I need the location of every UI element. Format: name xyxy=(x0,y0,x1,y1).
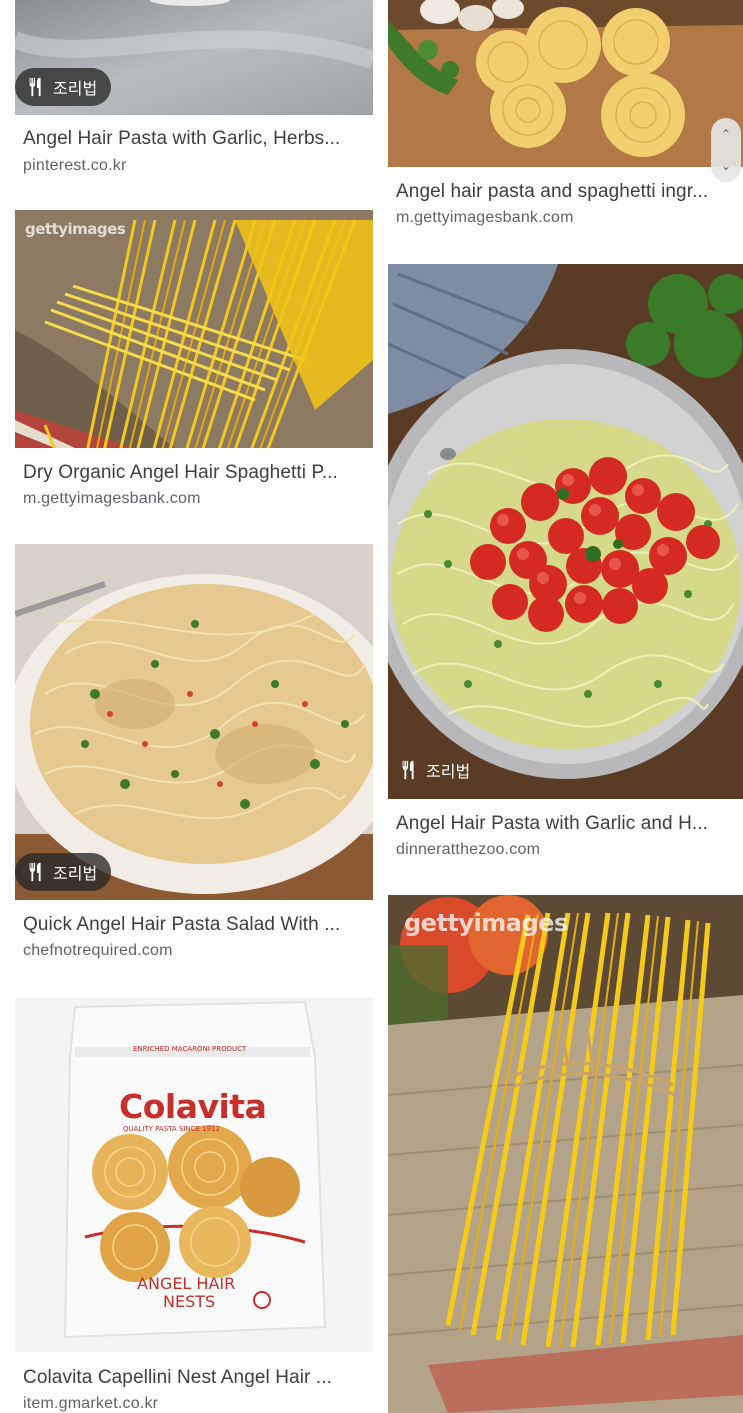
recipe-badge-label: 조리법 xyxy=(426,762,471,781)
result-source: dinneratthezoo.com xyxy=(396,841,541,858)
package-product-line2: NESTS xyxy=(163,1292,216,1311)
package-subtitle: QUALITY PASTA SINCE 1912 xyxy=(123,1125,221,1133)
watermark: gettyimages xyxy=(404,909,568,937)
fork-knife-icon xyxy=(29,77,41,97)
result-title[interactable]: Angel Hair Pasta with Garlic and H... xyxy=(396,813,736,835)
recipe-badge: 조리법 xyxy=(15,68,112,106)
recipe-badge: 조리법 xyxy=(388,751,484,789)
result-source: item.gmarket.co.kr xyxy=(23,1395,159,1412)
recipe-badge: 조리법 xyxy=(15,853,112,891)
result-image[interactable] xyxy=(15,544,373,900)
package-top-text: ENRICHED MACARONI PRODUCT xyxy=(133,1045,247,1053)
result-card[interactable]: gettyimages Dry Organic Angel Hair Spagh… xyxy=(15,210,373,530)
result-source: pinterest.co.kr xyxy=(23,157,127,174)
result-title[interactable]: Colavita Capellini Nest Angel Hair ... xyxy=(23,1367,368,1389)
package-product-line1: ANGEL HAIR xyxy=(137,1274,236,1293)
package-brand: Colavita xyxy=(119,1087,267,1126)
result-card[interactable]: 조리법 Quick Angel Hair Pasta Salad With ..… xyxy=(15,544,373,974)
result-card[interactable]: ENRICHED MACARONI PRODUCT Colavita QUALI… xyxy=(15,997,373,1413)
result-title[interactable]: Quick Angel Hair Pasta Salad With ... xyxy=(23,914,368,936)
chevron-up-icon[interactable]: ⌃ xyxy=(721,127,731,141)
result-card[interactable]: 조리법 Angel Hair Pasta with Garlic, Herbs.… xyxy=(15,0,373,195)
result-image[interactable] xyxy=(388,895,743,1413)
recipe-badge-label: 조리법 xyxy=(53,79,98,98)
result-title[interactable]: Angel Hair Pasta with Garlic, Herbs... xyxy=(23,128,368,150)
result-card[interactable]: Angel hair pasta and spaghetti ingr... m… xyxy=(388,0,743,248)
result-card[interactable]: gettyimages xyxy=(388,895,743,1413)
result-image[interactable] xyxy=(15,210,373,448)
result-card[interactable]: 조리법 Angel Hair Pasta with Garlic and H..… xyxy=(388,264,743,876)
recipe-badge-label: 조리법 xyxy=(53,864,98,883)
result-title[interactable]: Angel hair pasta and spaghetti ingr... xyxy=(396,181,736,203)
scroll-handle[interactable]: ⌃ ⌄ xyxy=(711,118,741,182)
chevron-down-icon[interactable]: ⌄ xyxy=(721,159,731,173)
fork-knife-icon xyxy=(29,862,41,882)
result-source: chefnotrequired.com xyxy=(23,942,173,959)
result-image[interactable] xyxy=(388,264,743,799)
result-title[interactable]: Dry Organic Angel Hair Spaghetti P... xyxy=(23,462,368,484)
result-source: m.gettyimagesbank.com xyxy=(23,490,201,507)
fork-knife-icon xyxy=(402,760,414,780)
result-source: m.gettyimagesbank.com xyxy=(396,209,574,226)
result-image[interactable] xyxy=(388,0,743,167)
watermark: gettyimages xyxy=(25,220,126,238)
